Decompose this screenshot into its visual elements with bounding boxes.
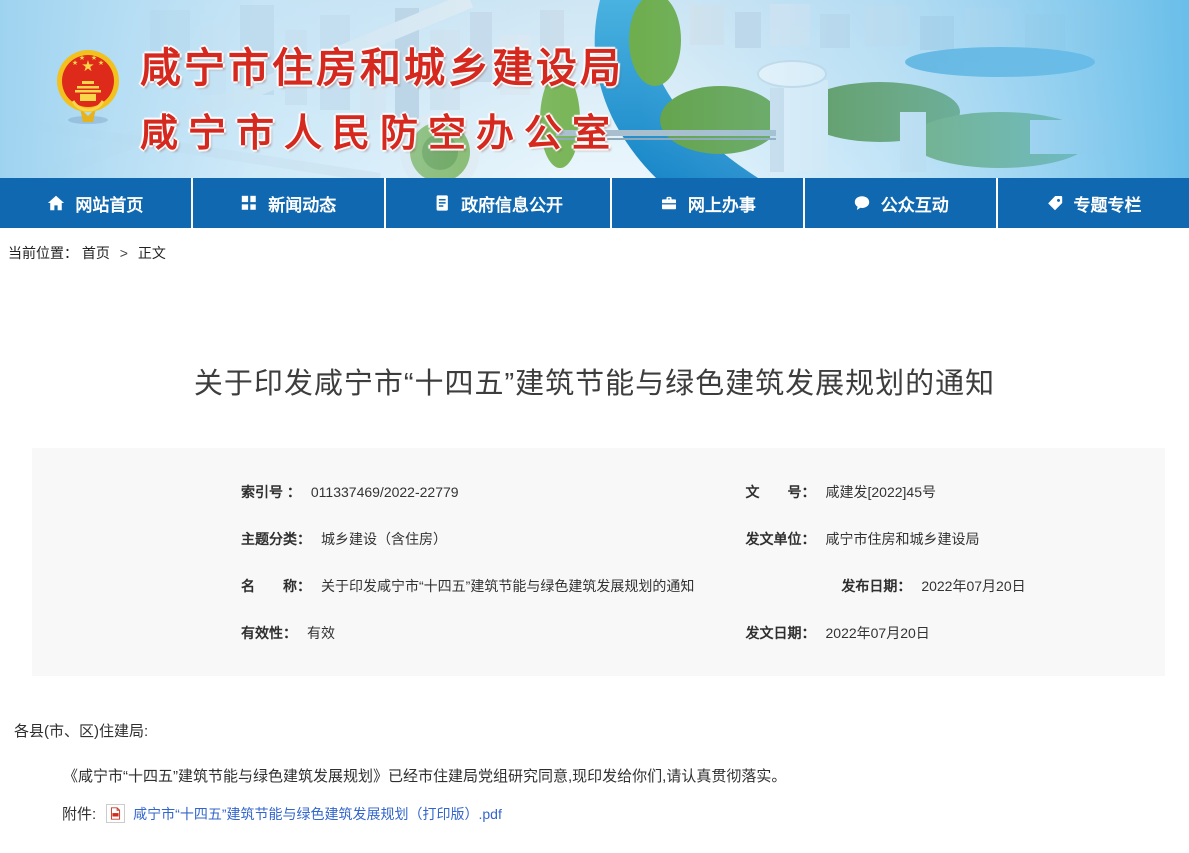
meta-label-doc-no: 文 号： — [746, 484, 816, 500]
body-paragraph: 《咸宁市“十四五”建筑节能与绿色建筑发展规划》已经市住建局党组研究同意,现印发给… — [63, 765, 1189, 786]
meta-value-validity: 有效 — [307, 625, 335, 641]
meta-value-issuing-unit: 咸宁市住房和城乡建设局 — [826, 531, 980, 547]
document-date: 月20日2022年7 — [0, 849, 1189, 853]
attachment-pdf-link[interactable]: 咸宁市“十四五”建筑节能与绿色建筑发展规划（打印版）.pdf — [133, 804, 502, 824]
document-meta-table: 索引号 ： 011337469/2022-22779 文 号： 咸建发[2022]4… — [32, 448, 1165, 676]
meta-label-name: 名 称： — [241, 578, 311, 594]
breadcrumb-home-link[interactable]: 首页 — [82, 245, 110, 261]
svg-text:★: ★ — [79, 54, 85, 62]
meta-value-publish-date: 2022年07月20日 — [921, 578, 1025, 594]
page-title: 关于印发咸宁市“十四五”建筑节能与绿色建筑发展规划的通知 — [0, 360, 1189, 402]
meta-value-doc-no: 咸建发[2022]45号 — [826, 484, 937, 500]
breadcrumb: 当前位置： 首页 > 正文 — [0, 228, 1189, 277]
attachment-line: 附件: 咸宁市“十四五”建筑节能与绿色建筑发展规划（打印版）.pdf — [62, 803, 1189, 824]
meta-value-name: 关于印发咸宁市“十四五”建筑节能与绿色建筑发展规划的通知 — [321, 578, 694, 594]
meta-label-issue-date: 发文日期： — [746, 625, 816, 641]
tag-icon — [1046, 194, 1064, 212]
meta-label-issuing-unit: 发文单位： — [746, 531, 816, 547]
grid-icon — [240, 194, 258, 212]
svg-text:★: ★ — [98, 59, 104, 67]
attachment-label: 附件: — [62, 803, 96, 824]
meta-row: 名 称： 关于印发咸宁市“十四五”建筑节能与绿色建筑发展规划的通知 发布日期： 20… — [32, 576, 1165, 623]
article: 关于印发咸宁市“十四五”建筑节能与绿色建筑发展规划的通知 索引号 ： 011337… — [0, 360, 1189, 853]
nav-item-label: 公众互动 — [881, 191, 949, 216]
home-icon — [47, 194, 65, 212]
meta-value-index-no: 011337469/2022-22779 — [311, 484, 459, 500]
meta-value-topic: 城乡建设（含住房） — [321, 531, 447, 547]
nav-item-label: 新闻动态 — [268, 191, 336, 216]
nav-item-home[interactable]: 网站首页 — [0, 178, 191, 228]
document-body: 各县(市、区)住建局: 《咸宁市“十四五”建筑节能与绿色建筑发展规划》已经市住建… — [0, 720, 1189, 853]
org-name-line1: 咸宁市住房和城乡建设局 — [140, 34, 624, 94]
nav-item-label: 网站首页 — [75, 191, 143, 216]
nav-item-label: 专题专栏 — [1074, 191, 1142, 216]
nav-item-gov-info[interactable]: 政府信息公开 — [384, 178, 611, 228]
nav-item-online-services[interactable]: 网上办事 — [610, 178, 803, 228]
document-icon — [433, 194, 451, 212]
breadcrumb-label: 当前位置： — [8, 245, 78, 261]
briefcase-icon — [660, 194, 678, 212]
nav-item-public-interaction[interactable]: 公众互动 — [803, 178, 996, 228]
breadcrumb-current: 正文 — [138, 245, 166, 261]
svg-text:★: ★ — [91, 54, 97, 62]
national-emblem-icon: ★ ★ ★ ★ ★ — [56, 48, 120, 126]
meta-row: 主题分类： 城乡建设（含住房） 发文单位： 咸宁市住房和城乡建设局 — [32, 529, 1165, 576]
site-masthead: 咸宁市住房和城乡建设局 咸宁市人民防空办公室 — [140, 34, 624, 157]
meta-row: 有效性： 有效 发文日期： 2022年07月20日 — [32, 623, 1165, 670]
site-header: ★ ★ ★ ★ ★ 咸宁市住房和城乡建设局 咸宁市人民防空办公室 — [0, 0, 1189, 178]
svg-text:★: ★ — [72, 59, 78, 67]
nav-item-label: 网上办事 — [688, 191, 756, 216]
meta-label-validity: 有效性： — [241, 625, 297, 641]
org-name-line2: 咸宁市人民防空办公室 — [140, 102, 624, 157]
meta-label-publish-date: 发布日期： — [841, 578, 911, 594]
meta-row: 索引号 ： 011337469/2022-22779 文 号： 咸建发[2022]4… — [32, 482, 1165, 529]
chat-icon — [853, 194, 871, 212]
pdf-icon[interactable] — [106, 804, 125, 823]
nav-item-label: 政府信息公开 — [461, 191, 563, 216]
nav-item-special-topics[interactable]: 专题专栏 — [996, 178, 1189, 228]
meta-label-index-no: 索引号 ： — [241, 484, 301, 500]
meta-label-topic: 主题分类： — [241, 531, 311, 547]
salutation: 各县(市、区)住建局: — [14, 720, 1189, 741]
main-nav: 网站首页 新闻动态 政府信息公开 网上办事 公众互动 — [0, 178, 1189, 228]
breadcrumb-separator: > — [120, 245, 128, 261]
meta-value-issue-date: 2022年07月20日 — [826, 625, 930, 641]
nav-item-news[interactable]: 新闻动态 — [191, 178, 384, 228]
